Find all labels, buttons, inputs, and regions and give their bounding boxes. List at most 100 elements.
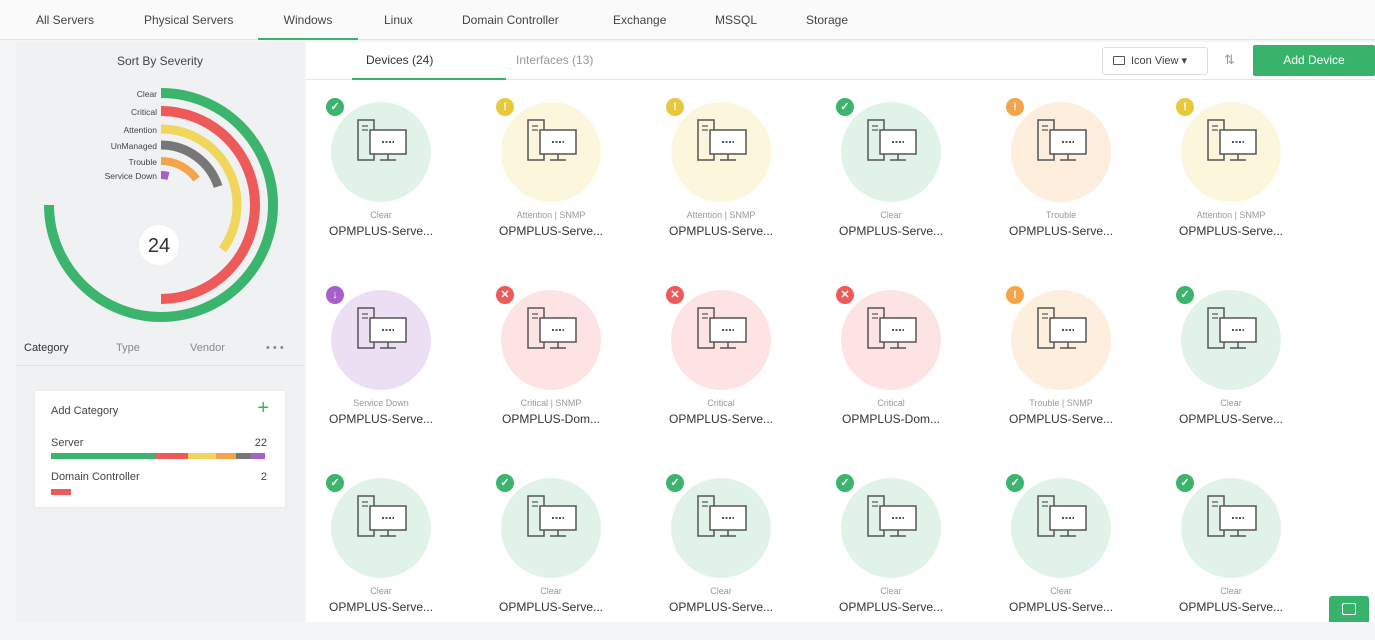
device-name-link[interactable]: OPMPLUS-Serve... [986,412,1136,426]
view-selector[interactable]: Icon View ▾ [1102,47,1208,75]
device-card[interactable]: ! Trouble | SNMP OPMPLUS-Serve... [986,282,1136,452]
severity-legend-label: Critical [131,107,157,117]
sort-icon[interactable]: ⇅ [1224,52,1235,68]
more-tabs-icon[interactable]: • • • [266,342,284,354]
server-device-icon [1207,119,1257,161]
tab-physical-servers[interactable]: Physical Servers [144,0,233,40]
device-name-link[interactable]: OPMPLUS-Serve... [646,600,796,614]
server-device-icon [527,119,577,161]
view-selector-label: Icon View ▾ [1131,55,1188,67]
device-name-link[interactable]: OPMPLUS-Serve... [1156,412,1306,426]
device-status-text: Trouble | SNMP [1029,398,1093,408]
device-card[interactable]: ! Attention | SNMP OPMPLUS-Serve... [476,94,626,264]
device-status-text: Clear [370,586,392,596]
category-row-label[interactable]: Domain Controller [51,471,140,483]
device-status-text: Clear [1050,586,1072,596]
device-card[interactable]: ✕ Critical | SNMP OPMPLUS-Dom... [476,282,626,452]
severity-arc-service-down[interactable] [160,171,170,180]
tab-type[interactable]: Type [116,342,140,354]
status-badge-icon: ✓ [326,474,344,492]
server-device-icon [697,307,747,349]
device-card[interactable]: ✓ Clear OPMPLUS-Serve... [306,94,456,264]
status-badge-icon: ✓ [326,98,344,116]
device-name-link[interactable]: OPMPLUS-Serve... [646,224,796,238]
category-row-label[interactable]: Server [51,437,83,449]
device-status-text: Clear [880,210,902,220]
category-tabs: Category Type Vendor • • • [16,330,304,366]
device-card[interactable]: ✓ Clear OPMPLUS-Serve... [816,94,966,264]
severity-donut-chart[interactable]: Clear Critical Attention UnManaged Trouble Se… [36,80,286,330]
tab-domain-controller[interactable]: Domain Controller [462,0,559,40]
device-name-link[interactable]: OPMPLUS-Serve... [986,600,1136,614]
device-card[interactable]: ✓ Clear OPMPLUS-Serve... [476,470,626,640]
device-card[interactable]: ✓ Clear OPMPLUS-Serve... [1156,470,1306,640]
bar-segment-trouble [216,453,236,459]
device-name-link[interactable]: OPMPLUS-Serve... [646,412,796,426]
chat-button[interactable] [1329,596,1369,622]
severity-legend-label: Service Down [105,171,158,181]
status-badge-icon: ! [1006,286,1024,304]
device-status-text: Attention | SNMP [686,210,756,220]
device-status-text: Critical | SNMP [520,398,582,408]
server-device-icon [697,119,747,161]
device-subtabs: Devices (24) Interfaces (13) Icon View ▾… [306,42,1375,80]
device-card[interactable]: ! Attention | SNMP OPMPLUS-Serve... [646,94,796,264]
device-name-link[interactable]: OPMPLUS-Serve... [476,224,626,238]
device-status-text: Clear [540,586,562,596]
device-card[interactable]: ✓ Clear OPMPLUS-Serve... [646,470,796,640]
device-status-text: Clear [1220,398,1242,408]
device-card[interactable]: ✕ Critical OPMPLUS-Dom... [816,282,966,452]
bar-segment-clear [51,453,155,459]
device-name-link[interactable]: OPMPLUS-Serve... [1156,224,1306,238]
tab-exchange[interactable]: Exchange [613,0,666,40]
status-badge-icon: ! [1006,98,1024,116]
device-name-link[interactable]: OPMPLUS-Serve... [476,600,626,614]
severity-legend-label: Trouble [128,157,157,167]
tab-storage[interactable]: Storage [806,0,848,40]
add-category-icon[interactable]: + [257,397,269,420]
device-status-text: Attention | SNMP [516,210,586,220]
status-badge-icon: ✓ [1006,474,1024,492]
status-badge-icon: ✓ [1176,474,1194,492]
device-name-link[interactable]: OPMPLUS-Dom... [816,412,966,426]
device-card[interactable]: ✓ Clear OPMPLUS-Serve... [816,470,966,640]
device-name-link[interactable]: OPMPLUS-Serve... [816,224,966,238]
status-badge-icon: ! [496,98,514,116]
add-device-button[interactable]: Add Device [1253,45,1375,76]
tab-all-servers[interactable]: All Servers [36,0,94,40]
device-status-text: Service Down [353,398,409,408]
device-name-link[interactable]: OPMPLUS-Serve... [306,412,456,426]
server-type-tabs: All Servers Physical Servers Windows Lin… [0,0,1375,40]
device-name-link[interactable]: OPMPLUS-Dom... [476,412,626,426]
status-badge-icon: ✕ [836,286,854,304]
tab-vendor[interactable]: Vendor [190,342,225,354]
category-row-count: 22 [254,437,267,449]
device-card[interactable]: ✓ Clear OPMPLUS-Serve... [986,470,1136,640]
tab-interfaces[interactable]: Interfaces (13) [516,42,593,80]
device-card[interactable]: ✓ Clear OPMPLUS-Serve... [1156,282,1306,452]
tab-mssql[interactable]: MSSQL [715,0,757,40]
bar-segment-attention [188,453,216,459]
tab-devices[interactable]: Devices (24) [352,42,506,80]
server-severity-bar [51,453,265,459]
server-device-icon [1207,495,1257,537]
device-name-link[interactable]: OPMPLUS-Serve... [986,224,1136,238]
device-name-link[interactable]: OPMPLUS-Serve... [306,600,456,614]
device-name-link[interactable]: OPMPLUS-Serve... [1156,600,1306,614]
device-card[interactable]: ✓ Clear OPMPLUS-Serve... [306,470,456,640]
device-card[interactable]: ! Trouble OPMPLUS-Serve... [986,94,1136,264]
tab-linux[interactable]: Linux [384,0,413,40]
device-name-link[interactable]: OPMPLUS-Serve... [816,600,966,614]
server-device-icon [1037,495,1087,537]
device-card[interactable]: ✕ Critical OPMPLUS-Serve... [646,282,796,452]
device-status-text: Critical [707,398,735,408]
tab-windows[interactable]: Windows [258,0,358,40]
device-name-link[interactable]: OPMPLUS-Serve... [306,224,456,238]
tab-category[interactable]: Category [24,342,69,354]
device-card[interactable]: ↓ Service Down OPMPLUS-Serve... [306,282,456,452]
device-card[interactable]: ! Attention | SNMP OPMPLUS-Serve... [1156,94,1306,264]
device-status-text: Clear [1220,586,1242,596]
server-device-icon [697,495,747,537]
server-device-icon [1037,307,1087,349]
server-device-icon [1207,307,1257,349]
